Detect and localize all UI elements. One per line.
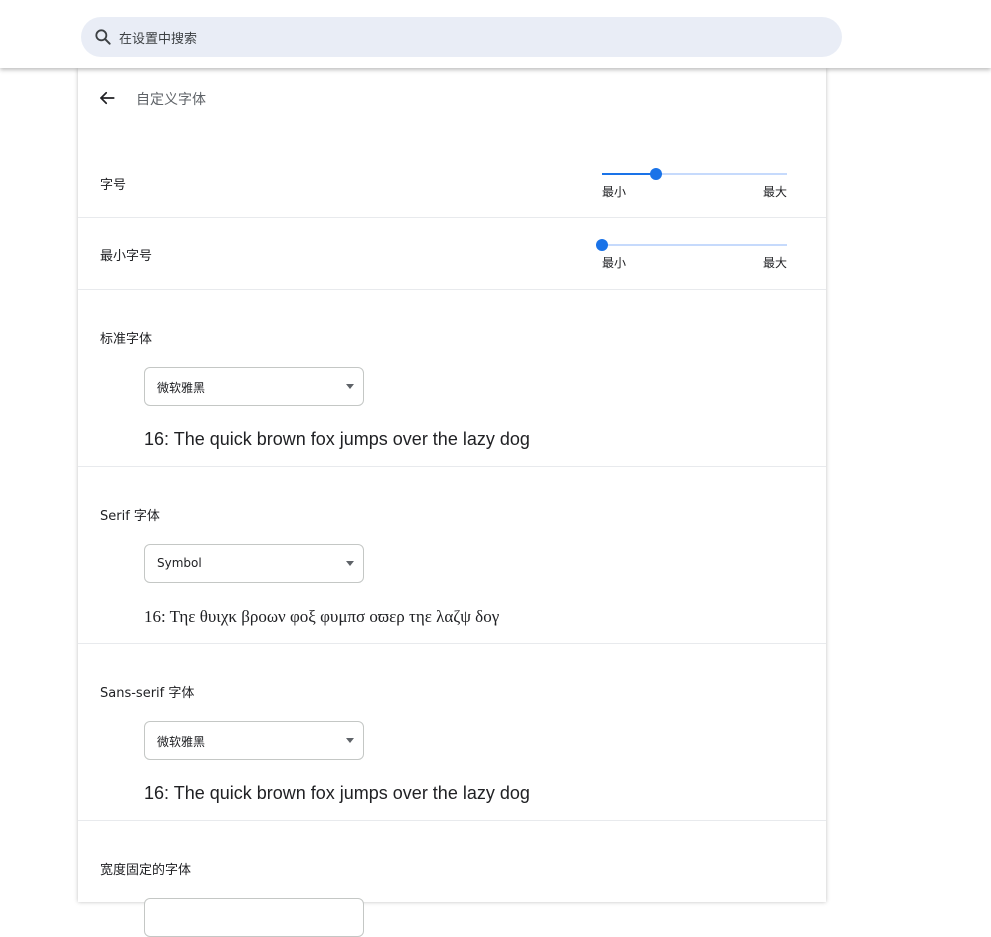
slider-max-label: 最大 bbox=[762, 256, 787, 270]
standard-font-title: 标准字体 bbox=[100, 332, 153, 347]
slider-knob[interactable] bbox=[596, 239, 608, 251]
standard-font-select[interactable]: 微软雅黑 bbox=[144, 367, 364, 406]
standard-font-sample: 16: The quick brown fox jumps over the l… bbox=[144, 429, 530, 449]
dropdown-caret-icon bbox=[346, 738, 354, 743]
serif-font-title: Serif 字体 bbox=[100, 509, 160, 524]
page-title: 自定义字体 bbox=[136, 92, 206, 108]
fixed-width-font-select[interactable] bbox=[144, 898, 364, 937]
font-size-row: 字号 最小 最大 bbox=[78, 146, 826, 218]
fixed-width-font-title: 宽度固定的字体 bbox=[100, 863, 192, 878]
sans-serif-font-section: Sans-serif 字体 微软雅黑 16: The quick brown f… bbox=[78, 644, 826, 821]
min-font-size-slider[interactable]: 最小 最大 bbox=[596, 238, 787, 278]
slider-track[interactable] bbox=[602, 244, 787, 246]
min-font-size-label: 最小字号 bbox=[100, 249, 153, 264]
dropdown-caret-icon bbox=[346, 384, 354, 389]
serif-font-section: Serif 字体 Symbol 16: Τηε θυιχκ βροων φοξ … bbox=[78, 467, 826, 644]
serif-font-select[interactable]: Symbol bbox=[144, 544, 364, 583]
slider-min-label: 最小 bbox=[602, 185, 627, 199]
back-button[interactable] bbox=[96, 87, 118, 109]
slider-min-label: 最小 bbox=[602, 256, 627, 270]
search-icon bbox=[95, 29, 111, 45]
serif-font-sample: 16: Τηε θυιχκ βροων φοξ φυμπσ οϖερ τηε λ… bbox=[144, 607, 500, 626]
search-input[interactable]: 在设置中搜索 bbox=[119, 28, 197, 47]
font-size-slider[interactable]: 最小 最大 bbox=[602, 167, 787, 207]
standard-font-section: 标准字体 微软雅黑 16: The quick brown fox jumps … bbox=[78, 290, 826, 467]
settings-header: 在设置中搜索 bbox=[0, 0, 991, 68]
slider-knob[interactable] bbox=[650, 168, 662, 180]
select-value: Symbol bbox=[157, 556, 202, 570]
slider-max-label: 最大 bbox=[762, 185, 787, 199]
slider-fill bbox=[602, 173, 656, 175]
select-value: 微软雅黑 bbox=[157, 381, 206, 395]
dropdown-caret-icon bbox=[346, 561, 354, 566]
subpage-header: 自定义字体 bbox=[78, 68, 826, 128]
arrow-back-icon bbox=[100, 91, 115, 105]
font-size-label: 字号 bbox=[100, 178, 127, 193]
sans-serif-font-sample: 16: The quick brown fox jumps over the l… bbox=[144, 783, 530, 803]
customize-fonts-card: 自定义字体 字号 最小 最大 最小字号 最小 最大 标准字体 微软雅黑 16: … bbox=[78, 68, 826, 937]
fixed-width-font-section: 宽度固定的字体 bbox=[78, 821, 826, 937]
select-value: 微软雅黑 bbox=[157, 735, 206, 749]
sans-serif-font-title: Sans-serif 字体 bbox=[100, 686, 195, 701]
min-font-size-row: 最小字号 最小 最大 bbox=[78, 218, 826, 290]
search-box[interactable]: 在设置中搜索 bbox=[81, 17, 842, 57]
sans-serif-font-select[interactable]: 微软雅黑 bbox=[144, 721, 364, 760]
